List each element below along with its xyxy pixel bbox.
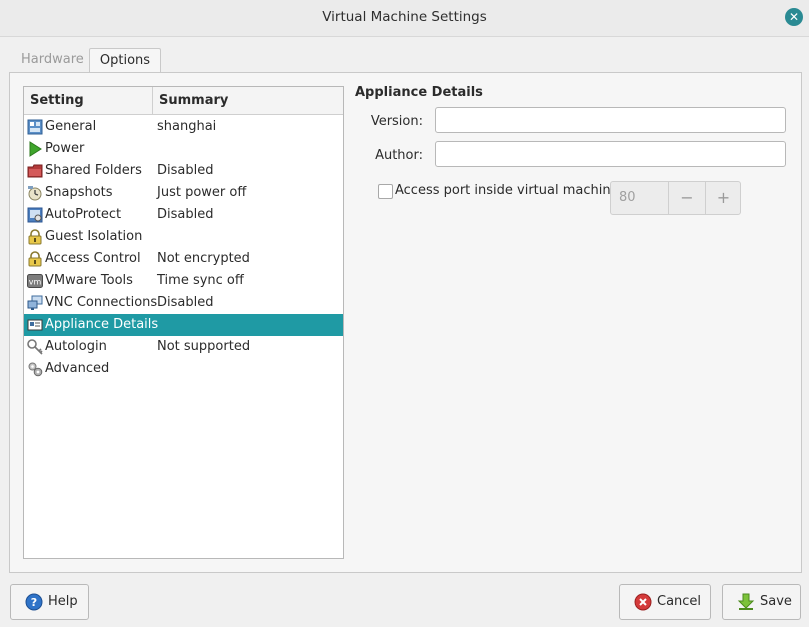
- list-item-access-control[interactable]: Access Control Not encrypted: [24, 248, 343, 270]
- autoprotect-icon: [27, 207, 43, 223]
- setting-label: Autologin: [45, 339, 107, 354]
- setting-label: Appliance Details: [45, 317, 159, 332]
- cancel-button[interactable]: Cancel: [619, 584, 711, 620]
- setting-label: Guest Isolation: [45, 229, 143, 244]
- setting-label: AutoProtect: [45, 207, 122, 222]
- list-item-autoprotect[interactable]: AutoProtect Disabled: [24, 204, 343, 226]
- minus-icon[interactable]: −: [668, 182, 705, 214]
- cancel-label: Cancel: [657, 594, 702, 609]
- advanced-icon: [28, 362, 43, 377]
- list-item-vmware-tools[interactable]: vm VMware Tools Time sync off: [24, 270, 343, 292]
- tab-options[interactable]: Options: [89, 48, 161, 74]
- list-item-shared-folders[interactable]: Shared Folders Disabled: [24, 160, 343, 182]
- version-field[interactable]: [435, 107, 786, 133]
- summary-label: Disabled: [157, 207, 214, 222]
- save-label: Save: [760, 594, 792, 609]
- general-icon: [27, 119, 43, 135]
- vmware-tools-icon: vm: [27, 274, 43, 288]
- column-header-setting[interactable]: Setting: [30, 93, 84, 108]
- summary-label: Not supported: [157, 339, 251, 354]
- lock-icon: [28, 251, 42, 267]
- list-item-advanced[interactable]: Advanced: [24, 358, 343, 380]
- power-icon: [29, 141, 42, 157]
- title-bar: Virtual Machine Settings ✕: [0, 0, 809, 37]
- port-value[interactable]: 80: [619, 190, 636, 205]
- list-item-guest-isolation[interactable]: Guest Isolation: [24, 226, 343, 248]
- setting-label: Advanced: [45, 361, 110, 376]
- column-header-summary[interactable]: Summary: [152, 87, 228, 114]
- summary-label: shanghai: [157, 119, 217, 134]
- list-header: Setting Summary: [24, 87, 343, 115]
- list-item-appliance-details[interactable]: Appliance Details: [24, 314, 343, 336]
- summary-label: Time sync off: [157, 273, 244, 288]
- help-button[interactable]: ? Help: [10, 584, 89, 620]
- appliance-icon: [27, 319, 43, 331]
- settings-list: Setting Summary General shanghai Power S…: [23, 86, 344, 559]
- close-icon[interactable]: ✕: [785, 8, 803, 26]
- svg-text:?: ?: [31, 596, 37, 609]
- snapshots-icon: [28, 186, 42, 201]
- summary-label: Disabled: [157, 295, 214, 310]
- svg-text:vm: vm: [29, 278, 42, 287]
- autologin-icon: [27, 339, 43, 355]
- version-label: Version:: [370, 114, 423, 129]
- summary-label: Just power off: [157, 185, 247, 200]
- summary-label: Disabled: [157, 163, 214, 178]
- tab-hardware[interactable]: Hardware: [13, 48, 92, 72]
- shared-folders-icon: [27, 164, 43, 178]
- list-item-vnc-connections[interactable]: VNC Connections Disabled: [24, 292, 343, 314]
- port-stepper[interactable]: 80 − +: [610, 181, 741, 215]
- setting-label: Power: [45, 141, 85, 156]
- setting-label: Access Control: [45, 251, 141, 266]
- cancel-icon: [634, 593, 652, 611]
- setting-label: VNC Connections: [45, 295, 158, 310]
- help-label: Help: [48, 594, 78, 609]
- summary-label: Not encrypted: [157, 251, 250, 266]
- save-icon: [737, 593, 755, 610]
- window-title: Virtual Machine Settings: [322, 9, 487, 25]
- setting-label: Snapshots: [45, 185, 113, 200]
- setting-label: Shared Folders: [45, 163, 142, 178]
- plus-icon[interactable]: +: [705, 182, 741, 214]
- author-label: Author:: [375, 148, 423, 163]
- list-item-autologin[interactable]: Autologin Not supported: [24, 336, 343, 358]
- setting-label: General: [45, 119, 97, 134]
- list-item-power[interactable]: Power: [24, 138, 343, 160]
- access-port-checkbox[interactable]: [378, 184, 393, 199]
- access-port-label: Access port inside virtual machine:: [395, 183, 623, 198]
- lock-icon: [28, 229, 42, 245]
- vnc-icon: [27, 295, 43, 310]
- section-title: Appliance Details: [355, 85, 483, 100]
- author-field[interactable]: [435, 141, 786, 167]
- setting-label: VMware Tools: [45, 273, 133, 288]
- save-button[interactable]: Save: [722, 584, 801, 620]
- list-item-snapshots[interactable]: Snapshots Just power off: [24, 182, 343, 204]
- list-item-general[interactable]: General shanghai: [24, 116, 343, 138]
- help-icon: ?: [25, 593, 43, 611]
